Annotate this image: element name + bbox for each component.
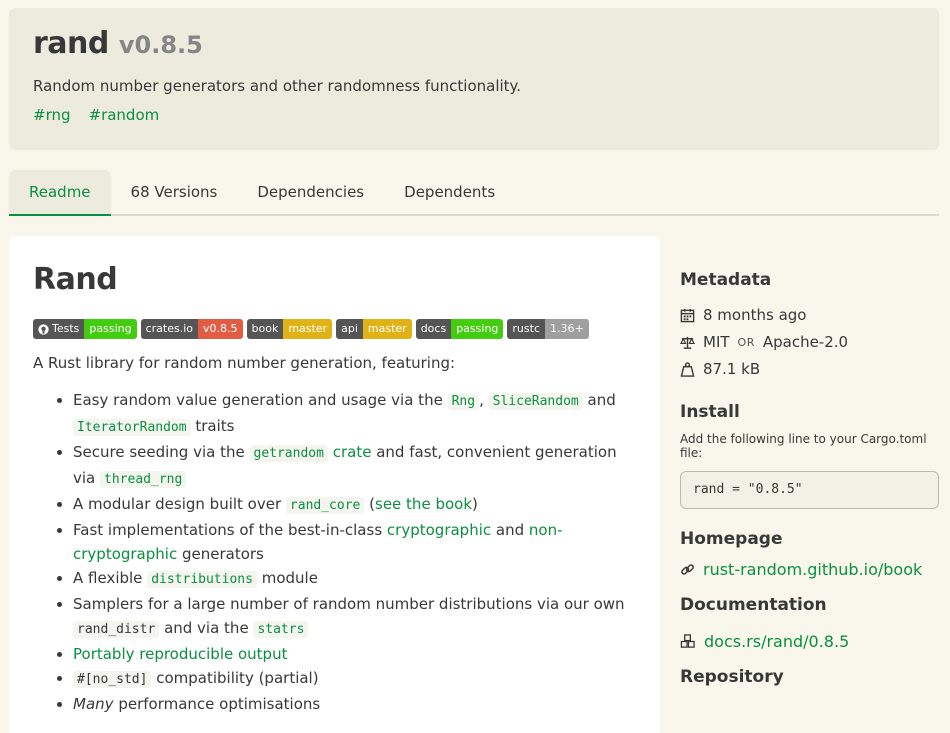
tab-dependencies[interactable]: Dependencies [237,170,384,216]
code-rand-distr: rand_distr [73,621,160,638]
badge-tests-label: Tests [52,322,80,335]
list-item: #[no_std] compatibility (partial) [73,666,636,692]
link-icon [681,564,694,575]
getrandom-link[interactable]: getrandom crate [249,443,371,462]
see-the-book-link[interactable]: see the book [375,495,472,513]
badge-api-value: master [362,319,412,339]
crate-title: rand v0.8.5 [33,26,915,61]
crate-header: rand v0.8.5 Random number generators and… [9,8,939,150]
metadata-heading: Metadata [680,270,772,290]
reproducible-output-link[interactable]: Portably reproducible output [73,645,287,663]
badge-api-label: api [336,319,363,339]
install-heading: Install [680,402,740,422]
cubes-icon [680,634,695,648]
code-slicerandom: SliceRandom [488,393,583,410]
weight-icon [680,361,695,377]
badge-tests-value: passing [84,319,137,339]
badge-docs-value: passing [451,319,504,339]
code-iteratorrandom: IteratorRandom [73,419,191,436]
install-snippet[interactable]: rand = "0.8.5" [680,471,939,509]
documentation-row: docs.rs/rand/0.8.5 [680,632,939,651]
code-distributions: distributions [147,571,257,588]
tab-dependents[interactable]: Dependents [384,170,515,216]
crate-version: v0.8.5 [118,31,203,59]
badge-book[interactable]: book master [246,319,333,339]
published-row: 8 months ago [680,306,939,324]
crate-tabs: Readme 68 Versions Dependencies Dependen… [9,170,939,216]
list-item: Many performance optimisations [73,692,636,716]
github-icon [38,323,49,335]
badge-book-value: master [283,319,333,339]
badge-crates-label: crates.io [140,319,199,339]
keyword-random[interactable]: #random [89,106,160,124]
list-item: Fast implementations of the best-in-clas… [73,518,636,566]
readme-title: Rand [33,262,118,297]
list-item: A modular design built over rand_core (s… [73,492,636,518]
license-row: MIT OR Apache-2.0 [680,333,939,351]
size-row: 87.1 kB [680,360,939,378]
list-item: A flexible distributions module [73,566,636,592]
homepage-heading: Homepage [680,529,783,549]
documentation-heading: Documentation [680,595,827,615]
code-no-std: #[no_std] [73,671,152,688]
list-item: Secure seeding via the getrandom crate a… [73,440,636,492]
cryptographic-link[interactable]: cryptographic [387,521,491,539]
license-or: OR [737,335,755,349]
badge-crates-io[interactable]: crates.io v0.8.5 [140,319,243,339]
code-statrs: statrs [253,621,309,638]
license-mit: MIT [703,333,730,351]
badge-rustc[interactable]: rustc 1.36+ [507,319,589,339]
sidebar: Metadata 8 months ago MIT OR Apache-2.0 … [680,270,939,687]
published-date: 8 months ago [703,306,807,324]
badge-row: Tests passing crates.io v0.8.5 book mast… [33,319,636,339]
readme-lead: A Rust library for random number generat… [33,354,456,372]
crate-name: rand [33,26,109,61]
homepage-row: rust-random.github.io/book [680,560,939,579]
repository-heading: Repository [680,667,784,687]
crate-size: 87.1 kB [703,360,761,378]
badge-docs[interactable]: docs passing [415,319,504,339]
badge-api[interactable]: api master [336,319,412,339]
badge-tests[interactable]: Tests passing [33,319,137,339]
keyword-rng[interactable]: #rng [33,106,71,124]
calendar-icon [680,308,695,322]
keyword-list: #rng #random [33,106,915,124]
list-item: Portably reproducible output [73,642,636,666]
documentation-link[interactable]: docs.rs/rand/0.8.5 [704,632,849,651]
crate-description: Random number generators and other rando… [33,77,522,95]
tab-readme[interactable]: Readme [9,170,111,216]
list-item: Easy random value generation and usage v… [73,388,636,440]
homepage-link[interactable]: rust-random.github.io/book [703,560,922,579]
list-item: Samplers for a large number of random nu… [73,592,636,642]
license-apache: Apache-2.0 [762,333,849,351]
feature-list: Easy random value generation and usage v… [33,388,636,716]
tab-versions[interactable]: 68 Versions [111,170,238,216]
badge-docs-label: docs [415,319,452,339]
code-thread-rng: thread_rng [100,471,187,488]
badge-book-label: book [246,319,284,339]
scale-icon [680,336,695,349]
code-rand-core: rand_core [285,497,365,514]
badge-rustc-value: 1.36+ [545,319,589,339]
readme-card: Rand Tests passing crates.io v0.8.5 book… [9,236,660,733]
code-rng: Rng [447,393,480,410]
badge-rustc-label: rustc [507,319,545,339]
install-hint: Add the following line to your Cargo.tom… [680,432,927,460]
badge-crates-value: v0.8.5 [198,319,243,339]
